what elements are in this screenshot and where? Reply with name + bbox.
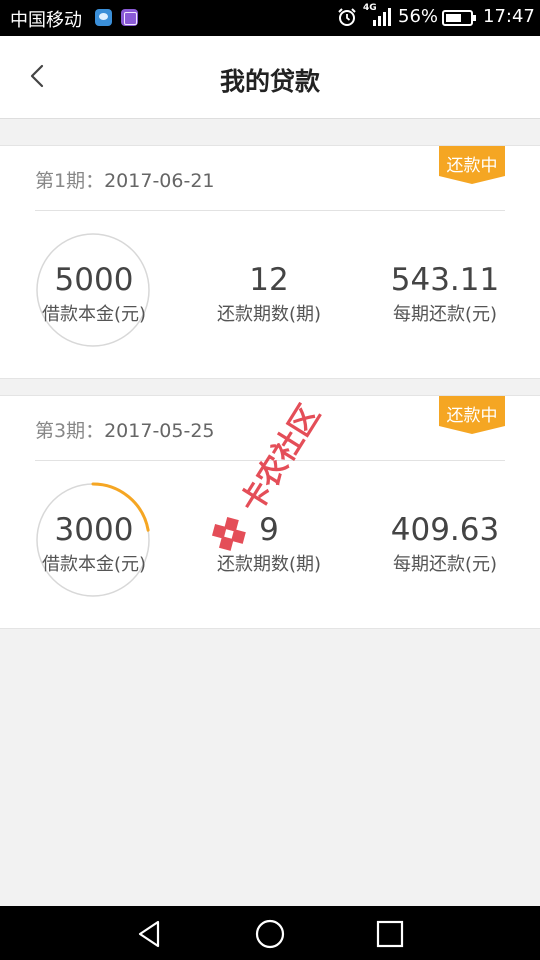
installment-value: 409.63	[390, 512, 500, 548]
clock: 17:47	[483, 6, 535, 27]
term-label: 还款期数(期)	[216, 304, 322, 325]
period-label: 第1期：	[35, 170, 105, 192]
term-stat: 9 还款期数(期)	[205, 512, 333, 576]
term-value: 9	[259, 512, 279, 548]
installment-value: 543.11	[390, 262, 500, 298]
page-title: 我的贷款	[219, 67, 320, 96]
loan-date: 2017-06-21	[104, 170, 215, 192]
system-nav-bar	[0, 906, 540, 960]
principal-label: 借款本金(元)	[41, 304, 147, 325]
term-stat: 12 还款期数(期)	[205, 262, 333, 326]
back-triangle-icon[interactable]	[134, 918, 166, 950]
loan-card[interactable]: 第1期：2017-06-21 还款中 5000 借款本金(元) 12 还款期数(…	[0, 145, 540, 379]
status-badge: 还款中	[439, 146, 505, 184]
home-circle-icon[interactable]	[254, 918, 286, 950]
principal-stat: 5000 借款本金(元)	[30, 262, 158, 326]
installment-label: 每期还款(元)	[392, 554, 498, 575]
status-badge: 还款中	[439, 396, 505, 434]
term-value: 12	[249, 262, 289, 298]
battery-percent: 56%	[398, 6, 439, 27]
loan-card[interactable]: 第3期：2017-05-25 还款中 3000 借款本金(元) 9 还款期数(期…	[0, 395, 540, 629]
principal-label: 借款本金(元)	[41, 554, 147, 575]
principal-stat: 3000 借款本金(元)	[30, 512, 158, 576]
loan-period: 第1期：2017-06-21	[35, 166, 215, 193]
status-badge-label: 还款中	[446, 406, 498, 426]
term-label: 还款期数(期)	[216, 554, 322, 575]
card-divider	[35, 460, 505, 461]
status-bar: 中国移动 4G 56% 17:47	[0, 0, 540, 36]
recent-square-icon[interactable]	[374, 918, 406, 950]
loan-period: 第3期：2017-05-25	[35, 416, 215, 443]
loan-date: 2017-05-25	[104, 420, 215, 442]
signal-icon	[373, 8, 391, 26]
installment-stat: 543.11 每期还款(元)	[380, 262, 510, 326]
page-header: 我的贷款	[0, 36, 540, 119]
installment-stat: 409.63 每期还款(元)	[380, 512, 510, 576]
gallery-app-icon	[121, 9, 138, 26]
status-badge-label: 还款中	[446, 156, 498, 176]
installment-label: 每期还款(元)	[392, 304, 498, 325]
alarm-icon	[338, 8, 356, 26]
card-divider	[35, 210, 505, 211]
principal-value: 5000	[54, 262, 134, 298]
period-label: 第3期：	[35, 420, 105, 442]
carrier-name: 中国移动	[10, 10, 82, 31]
battery-icon	[442, 10, 476, 26]
message-app-icon	[95, 9, 112, 26]
principal-value: 3000	[54, 512, 134, 548]
